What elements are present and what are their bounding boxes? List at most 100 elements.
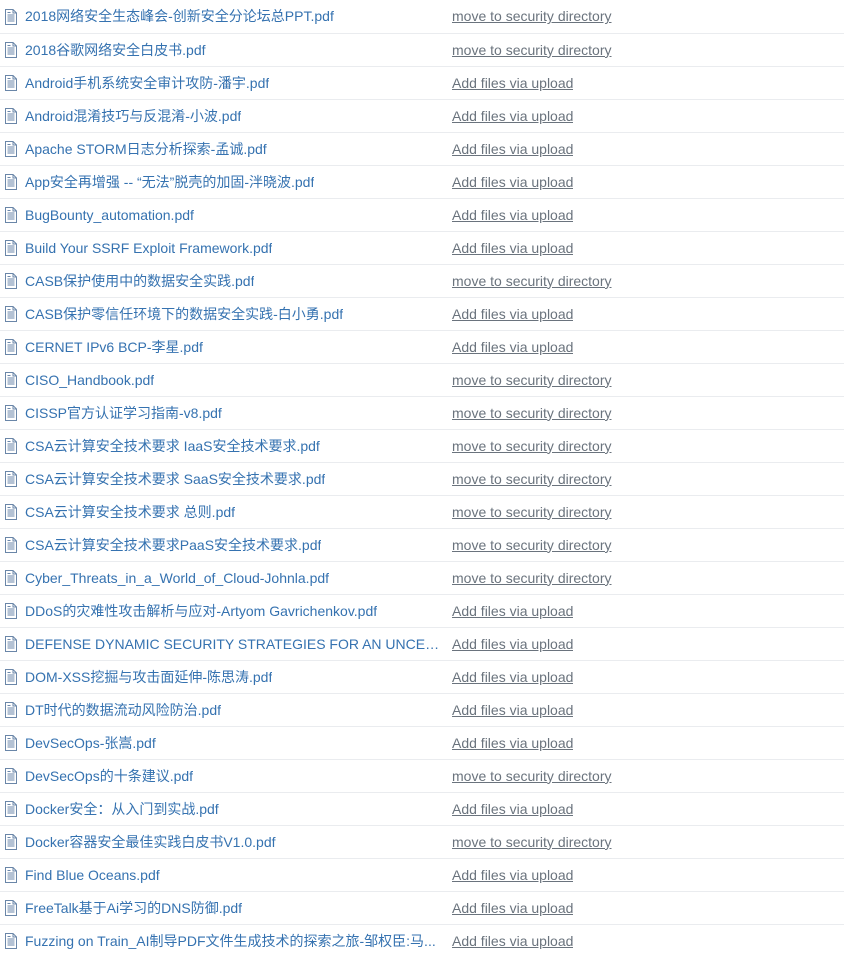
table-row[interactable]: BugBounty_automation.pdf Add files via u… [0,198,844,231]
file-name-cell: CISSP官方认证学习指南-v8.pdf [25,396,446,429]
table-row[interactable]: CSA云计算安全技术要求 IaaS安全技术要求.pdf move to secu… [0,429,844,462]
file-name-link[interactable]: CASB保护零信任环境下的数据安全实践-白小勇.pdf [25,305,343,323]
file-name-link[interactable]: Android混淆技巧与反混淆-小波.pdf [25,107,241,125]
commit-message-link[interactable]: Add files via upload [452,173,573,191]
file-name-link[interactable]: CSA云计算安全技术要求 总则.pdf [25,503,235,521]
file-name-link[interactable]: 2018谷歌网络安全白皮书.pdf [25,41,206,59]
commit-message-link[interactable]: Add files via upload [452,602,573,620]
table-row[interactable]: Find Blue Oceans.pdf Add files via uploa… [0,858,844,891]
commit-message-link[interactable]: move to security directory [452,536,612,554]
file-icon-cell [0,462,25,495]
file-name-link[interactable]: Cyber_Threats_in_a_World_of_Cloud-Johnla… [25,569,329,587]
file-name-link[interactable]: DevSecOps的十条建议.pdf [25,767,193,785]
table-row[interactable]: CERNET IPv6 BCP-李星.pdf Add files via upl… [0,330,844,363]
table-row[interactable]: App安全再增强 -- “无法”脱壳的加固-泮晓波.pdf Add files … [0,165,844,198]
commit-message-link[interactable]: move to security directory [452,41,612,59]
commit-message-link[interactable]: Add files via upload [452,338,573,356]
file-name-link[interactable]: DOM-XSS挖掘与攻击面延伸-陈思涛.pdf [25,668,272,686]
table-row[interactable]: Apache STORM日志分析探索-孟诚.pdf Add files via … [0,132,844,165]
commit-message-link[interactable]: Add files via upload [452,107,573,125]
file-name-link[interactable]: Fuzzing on Train_AI制导PDF文件生成技术的探索之旅-邹权臣:… [25,932,436,950]
commit-message-link[interactable]: Add files via upload [452,74,573,92]
commit-message-link[interactable]: move to security directory [452,272,612,290]
file-icon-cell [0,759,25,792]
file-document-icon [3,75,19,91]
file-name-link[interactable]: Android手机系统安全审计攻防-潘宇.pdf [25,74,269,92]
table-row[interactable]: DevSecOps-张嵩.pdf Add files via upload [0,726,844,759]
commit-message-link[interactable]: Add files via upload [452,932,573,950]
commit-message-link[interactable]: Add files via upload [452,734,573,752]
commit-message-link[interactable]: move to security directory [452,437,612,455]
file-name-link[interactable]: CASB保护使用中的数据安全实践.pdf [25,272,254,290]
file-name-link[interactable]: DEFENSE DYNAMIC SECURITY STRATEGIES FOR … [25,635,440,653]
commit-message-link[interactable]: Add files via upload [452,206,573,224]
file-name-cell: Find Blue Oceans.pdf [25,858,446,891]
file-name-link[interactable]: Docker安全：从入门到实战.pdf [25,800,219,818]
file-icon-cell [0,429,25,462]
commit-message-link[interactable]: Add files via upload [452,866,573,884]
table-row[interactable]: DOM-XSS挖掘与攻击面延伸-陈思涛.pdf Add files via up… [0,660,844,693]
table-row[interactable]: CISO_Handbook.pdf move to security direc… [0,363,844,396]
file-name-link[interactable]: CSA云计算安全技术要求PaaS安全技术要求.pdf [25,536,321,554]
table-row[interactable]: Build Your SSRF Exploit Framework.pdf Ad… [0,231,844,264]
commit-message-link[interactable]: Add files via upload [452,701,573,719]
commit-message-link[interactable]: Add files via upload [452,800,573,818]
commit-message-link[interactable]: move to security directory [452,404,612,422]
file-icon-cell [0,33,25,66]
commit-message-link[interactable]: move to security directory [452,833,612,851]
file-name-link[interactable]: FreeTalk基于Ai学习的DNS防御.pdf [25,899,242,917]
table-row[interactable]: CASB保护使用中的数据安全实践.pdf move to security di… [0,264,844,297]
file-name-link[interactable]: DT时代的数据流动风险防治.pdf [25,701,221,719]
table-row[interactable]: Android手机系统安全审计攻防-潘宇.pdf Add files via u… [0,66,844,99]
commit-message-link[interactable]: Add files via upload [452,668,573,686]
table-row[interactable]: Docker安全：从入门到实战.pdf Add files via upload [0,792,844,825]
commit-message-link[interactable]: move to security directory [452,7,612,25]
file-name-link[interactable]: 2018网络安全生态峰会-创新安全分论坛总PPT.pdf [25,7,334,25]
table-row[interactable]: DEFENSE DYNAMIC SECURITY STRATEGIES FOR … [0,627,844,660]
table-row[interactable]: DDoS的灾难性攻击解析与应对-Artyom Gavrichenkov.pdf … [0,594,844,627]
file-name-link[interactable]: CISO_Handbook.pdf [25,371,154,389]
table-row[interactable]: CSA云计算安全技术要求PaaS安全技术要求.pdf move to secur… [0,528,844,561]
table-row[interactable]: DT时代的数据流动风险防治.pdf Add files via upload [0,693,844,726]
table-row[interactable]: CISSP官方认证学习指南-v8.pdf move to security di… [0,396,844,429]
table-row[interactable]: Android混淆技巧与反混淆-小波.pdf Add files via upl… [0,99,844,132]
file-name-link[interactable]: Docker容器安全最佳实践白皮书V1.0.pdf [25,833,276,851]
file-name-link[interactable]: CSA云计算安全技术要求 SaaS安全技术要求.pdf [25,470,325,488]
file-name-link[interactable]: DevSecOps-张嵩.pdf [25,734,156,752]
commit-message-link[interactable]: move to security directory [452,470,612,488]
table-row[interactable]: CASB保护零信任环境下的数据安全实践-白小勇.pdf Add files vi… [0,297,844,330]
file-name-link[interactable]: BugBounty_automation.pdf [25,206,194,224]
table-row[interactable]: CSA云计算安全技术要求 SaaS安全技术要求.pdf move to secu… [0,462,844,495]
commit-message-link[interactable]: Add files via upload [452,239,573,257]
commit-message-link[interactable]: Add files via upload [452,899,573,917]
commit-message-link[interactable]: Add files via upload [452,140,573,158]
table-row[interactable]: Docker容器安全最佳实践白皮书V1.0.pdf move to securi… [0,825,844,858]
file-name-link[interactable]: Build Your SSRF Exploit Framework.pdf [25,239,272,257]
file-icon-cell [0,528,25,561]
file-name-link[interactable]: App安全再增强 -- “无法”脱壳的加固-泮晓波.pdf [25,173,314,191]
table-row[interactable]: Fuzzing on Train_AI制导PDF文件生成技术的探索之旅-邹权臣:… [0,924,844,957]
file-icon-cell [0,924,25,957]
commit-message-link[interactable]: move to security directory [452,503,612,521]
table-row[interactable]: Cyber_Threats_in_a_World_of_Cloud-Johnla… [0,561,844,594]
file-name-link[interactable]: DDoS的灾难性攻击解析与应对-Artyom Gavrichenkov.pdf [25,602,377,620]
file-name-link[interactable]: CERNET IPv6 BCP-李星.pdf [25,338,203,356]
file-name-link[interactable]: Find Blue Oceans.pdf [25,866,160,884]
commit-message-link[interactable]: move to security directory [452,371,612,389]
table-row[interactable]: 2018谷歌网络安全白皮书.pdf move to security direc… [0,33,844,66]
file-name-link[interactable]: Apache STORM日志分析探索-孟诚.pdf [25,140,267,158]
file-name-link[interactable]: CISSP官方认证学习指南-v8.pdf [25,404,222,422]
commit-message-link[interactable]: move to security directory [452,767,612,785]
table-row[interactable]: CSA云计算安全技术要求 总则.pdf move to security dir… [0,495,844,528]
table-row[interactable]: DevSecOps的十条建议.pdf move to security dire… [0,759,844,792]
commit-message-link[interactable]: Add files via upload [452,305,573,323]
table-row[interactable]: 2018网络安全生态峰会-创新安全分论坛总PPT.pdf move to sec… [0,0,844,33]
table-row[interactable]: FreeTalk基于Ai学习的DNS防御.pdf Add files via u… [0,891,844,924]
commit-message-cell: move to security directory [446,33,844,66]
commit-message-link[interactable]: Add files via upload [452,635,573,653]
file-name-cell: Docker安全：从入门到实战.pdf [25,792,446,825]
file-list-table: 2018网络安全生态峰会-创新安全分论坛总PPT.pdf move to sec… [0,0,844,957]
commit-message-link[interactable]: move to security directory [452,569,612,587]
file-document-icon [3,306,19,322]
file-name-link[interactable]: CSA云计算安全技术要求 IaaS安全技术要求.pdf [25,437,320,455]
